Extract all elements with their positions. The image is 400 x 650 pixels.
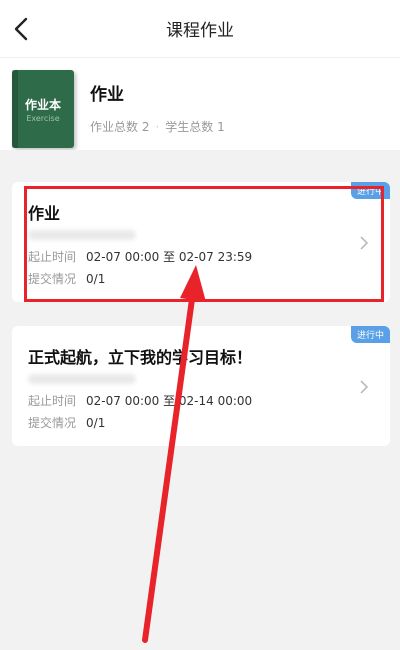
student-count: 学生总数 1 [165, 120, 225, 134]
book-cover-icon: 作业本 Exercise [12, 70, 74, 148]
page-title: 课程作业 [166, 21, 234, 41]
chevron-right-icon [360, 380, 369, 394]
submit-label: 提交情况 [28, 416, 77, 430]
top-bar: 课程作业 [0, 0, 400, 58]
submit-value: 0/1 [86, 416, 106, 430]
assignment-title: 正式起航，立下我的学习目标！ [28, 348, 253, 367]
time-label: 起止时间 [28, 394, 77, 408]
course-header: 作业本 Exercise 作业 作业总数 2 · 学生总数 1 [0, 58, 400, 150]
time-row: 起止时间 02-07 00:00 至 02-14 00:00 [28, 392, 252, 409]
status-badge: 进行中 [350, 326, 390, 343]
blurred-text [28, 374, 136, 384]
book-cover-title: 作业本 [24, 98, 61, 112]
book-cover-subtitle: Exercise [26, 114, 60, 123]
course-stats: 作业总数 2 · 学生总数 1 [90, 120, 225, 134]
highlight-box [24, 186, 384, 302]
time-value: 02-07 00:00 至 02-14 00:00 [86, 394, 253, 408]
course-name: 作业 [90, 85, 124, 105]
assignment-card[interactable]: 进行中 正式起航，立下我的学习目标！ 起止时间 02-07 00:00 至 02-… [12, 326, 390, 446]
submit-row: 提交情况 0/1 [28, 414, 105, 431]
assignment-count: 作业总数 2 [90, 120, 150, 134]
